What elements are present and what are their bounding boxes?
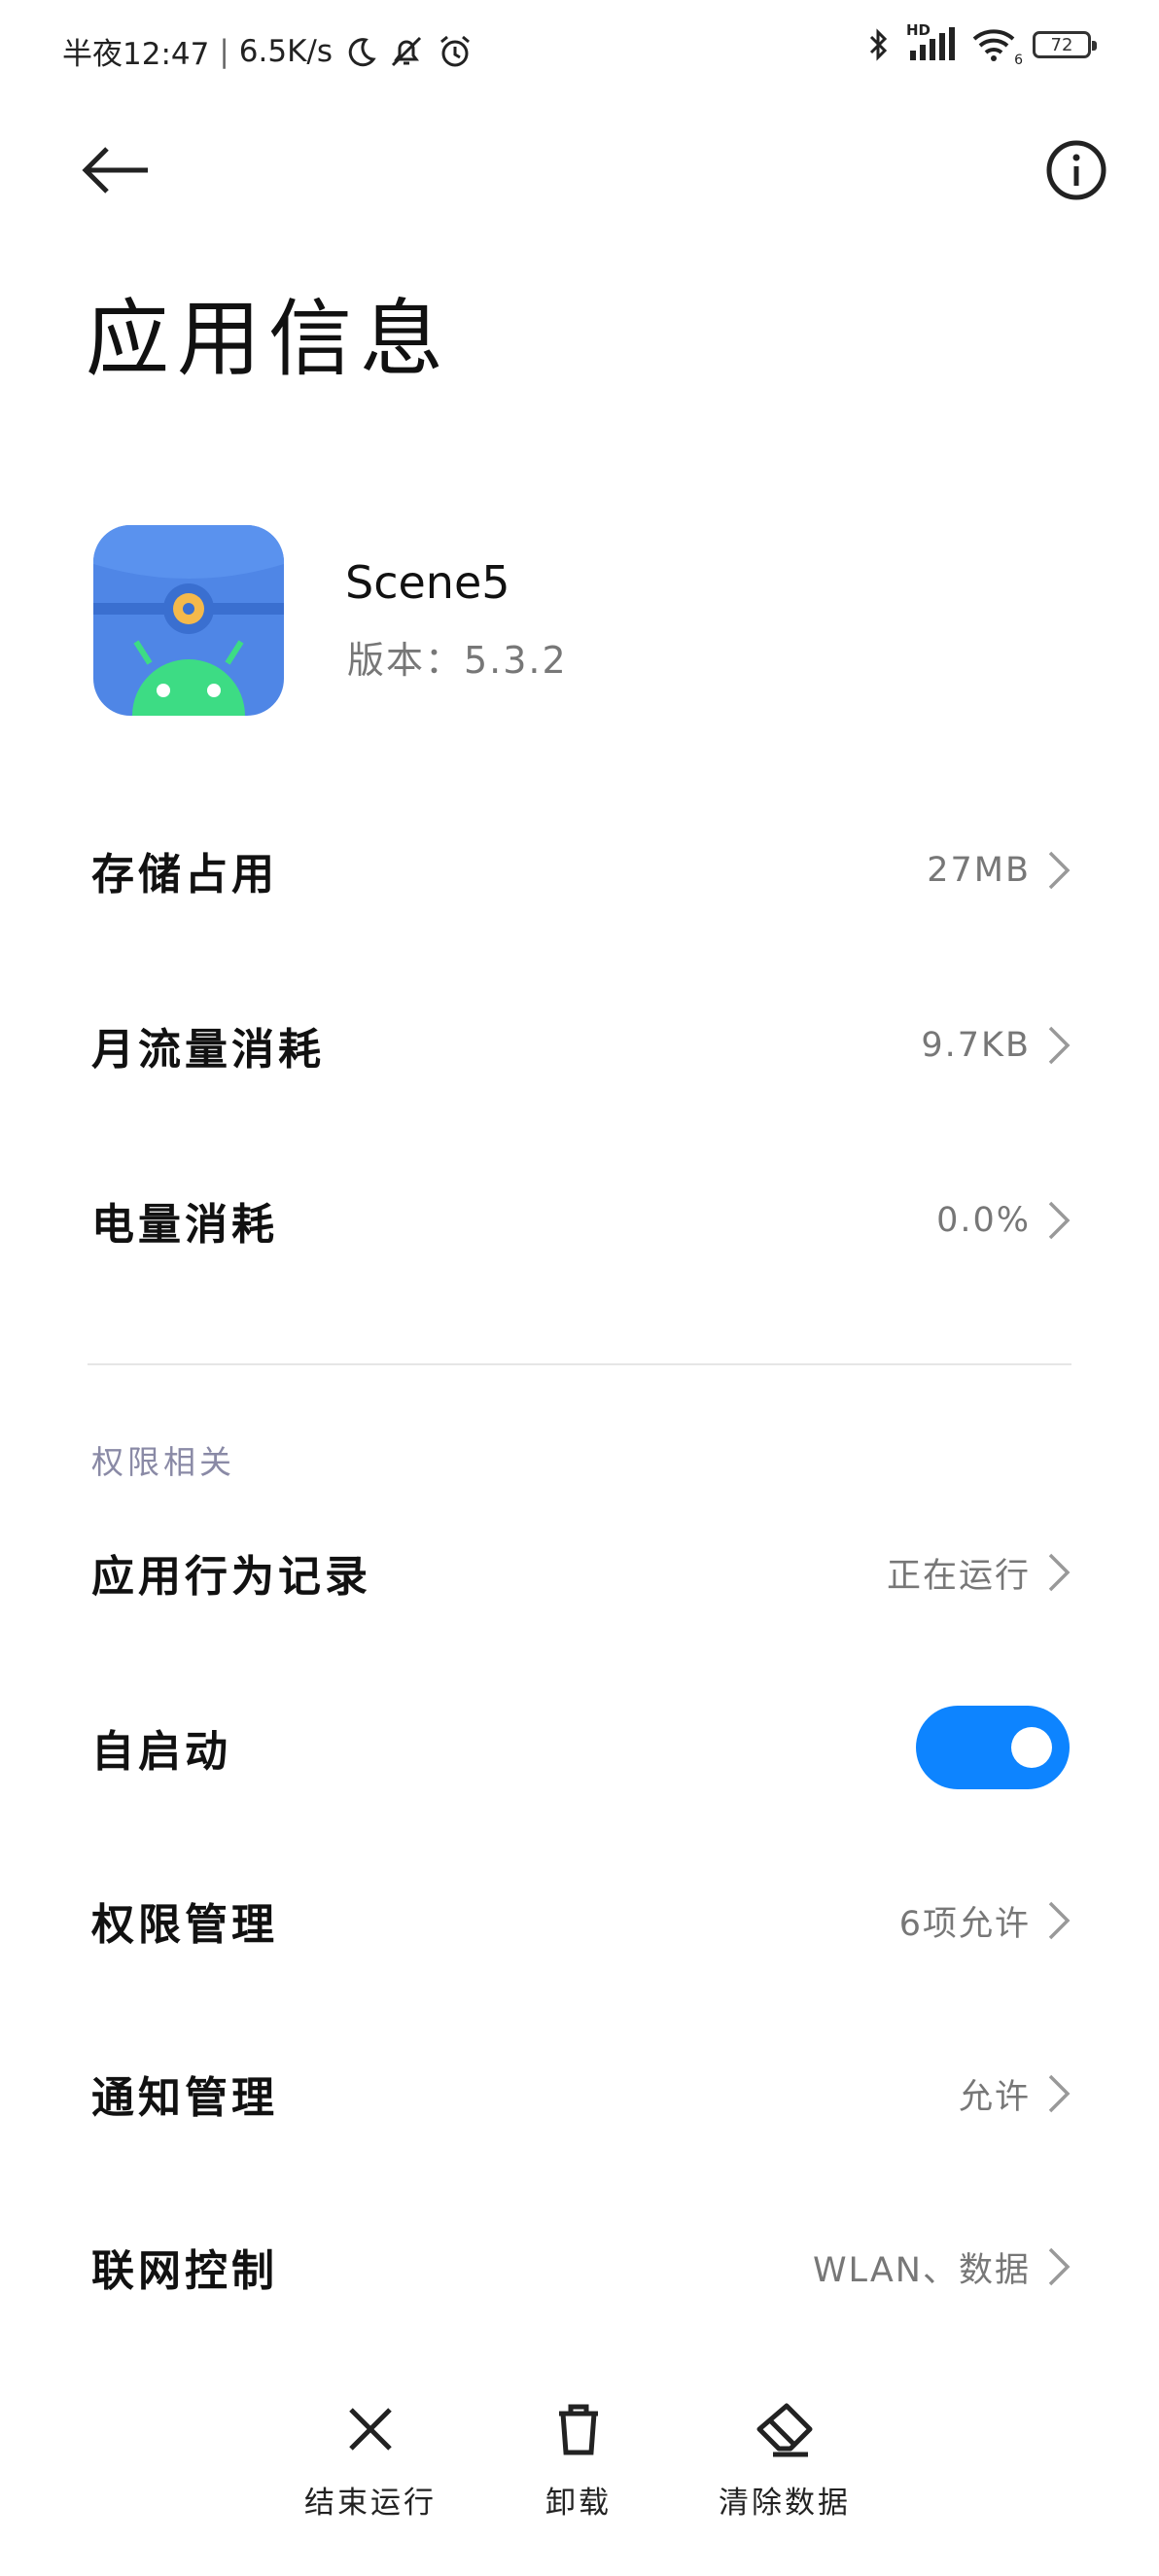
chevron-right-icon [1048, 1553, 1071, 1592]
back-button[interactable] [78, 136, 156, 204]
uninstall-button[interactable]: 卸载 [481, 2398, 676, 2534]
row-autostart: 自启动 [0, 1670, 1159, 1825]
wifi-label: 6 [1014, 53, 1023, 68]
clear-data-button[interactable]: 清除数据 [687, 2398, 882, 2534]
wifi-icon: 6 [970, 25, 1023, 68]
network-speed: 6.5K/s [238, 33, 334, 69]
divider [88, 1363, 1071, 1365]
arrow-left-icon [82, 147, 148, 194]
action-label: 结束运行 [304, 2486, 437, 2521]
row-value: 9.7KB [921, 1026, 1031, 1065]
chevron-right-icon [1048, 2074, 1071, 2113]
moon-icon [348, 37, 376, 66]
bluetooth-icon [869, 28, 888, 61]
chevron-right-icon [1048, 851, 1071, 890]
trash-icon [559, 2404, 598, 2455]
chevron-right-icon [1048, 2247, 1071, 2286]
row-notification-management[interactable]: 通知管理 允许 [0, 2016, 1159, 2171]
alarm-icon [440, 35, 470, 66]
row-permission-management[interactable]: 权限管理 6项允许 [0, 1843, 1159, 1998]
battery-icon: 72 [1033, 31, 1097, 58]
section-header-permissions: 权限相关 [91, 1443, 235, 1481]
row-label: 权限管理 [91, 1900, 278, 1950]
chevron-right-icon [1048, 1201, 1071, 1240]
toggle-knob [1011, 1727, 1052, 1768]
status-bar-right: HD 6 72 [863, 21, 1097, 68]
status-separator: | [219, 33, 229, 69]
page-title: 应用信息 [86, 291, 451, 388]
signal-icon: HD [906, 21, 957, 64]
row-label: 自启动 [91, 1727, 231, 1777]
info-button[interactable] [1042, 136, 1110, 204]
app-name: Scene5 [345, 556, 510, 609]
action-label: 卸载 [545, 2486, 612, 2521]
row-value: 0.0% [936, 1201, 1031, 1240]
battery-level: 72 [1050, 34, 1073, 55]
row-network-control[interactable]: 联网控制 WLAN、数据 [0, 2189, 1159, 2345]
app-version: 版本：5.3.2 [347, 639, 568, 682]
row-label: 应用行为记录 [91, 1552, 371, 1602]
status-bar-left: 半夜12:47 | 6.5K/s [62, 29, 474, 73]
row-value: 6项允许 [898, 1904, 1031, 1944]
row-label: 通知管理 [91, 2073, 278, 2123]
bell-off-icon [391, 36, 422, 66]
row-label: 电量消耗 [91, 1200, 278, 1250]
chevron-right-icon [1048, 1026, 1071, 1065]
action-label: 清除数据 [719, 2486, 851, 2521]
row-app-behavior[interactable]: 应用行为记录 正在运行 [0, 1495, 1159, 1650]
app-icon [93, 525, 284, 716]
status-time: 半夜12:47 [62, 37, 210, 72]
row-data-usage[interactable]: 月流量消耗 9.7KB [0, 968, 1159, 1123]
row-label: 存储占用 [91, 850, 278, 900]
row-storage[interactable]: 存储占用 27MB [0, 793, 1159, 948]
eraser-icon [756, 2403, 813, 2457]
row-label: 月流量消耗 [91, 1025, 325, 1075]
row-value: 允许 [958, 2077, 1031, 2117]
row-battery-usage[interactable]: 电量消耗 0.0% [0, 1143, 1159, 1298]
row-value: 正在运行 [886, 1556, 1031, 1596]
row-value: WLAN、数据 [812, 2250, 1031, 2290]
autostart-toggle[interactable] [916, 1706, 1070, 1789]
row-value: 27MB [927, 851, 1031, 890]
chevron-right-icon [1048, 1901, 1071, 1940]
info-circle-icon [1046, 140, 1106, 200]
force-stop-button[interactable]: 结束运行 [273, 2398, 468, 2534]
close-icon [349, 2408, 392, 2451]
row-label: 联网控制 [91, 2246, 278, 2296]
